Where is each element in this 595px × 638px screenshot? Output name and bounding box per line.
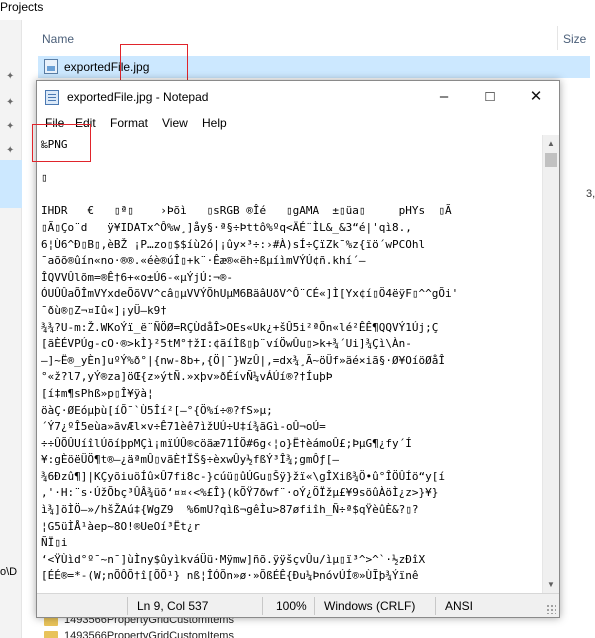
status-divider — [314, 597, 315, 615]
file-size-partial: 3, — [586, 188, 595, 200]
pin-icon[interactable]: ✦ — [6, 72, 16, 82]
image-file-icon — [44, 59, 58, 74]
scroll-up-icon[interactable]: ▲ — [543, 135, 559, 152]
nav-selection-highlight — [0, 160, 22, 208]
title-bar[interactable]: exportedFile.jpg - Notepad – □ ✕ — [37, 81, 559, 113]
status-divider — [262, 597, 263, 615]
cursor-position: Ln 9, Col 537 — [137, 599, 209, 613]
maximize-button[interactable]: □ — [467, 81, 513, 113]
notepad-icon — [45, 90, 59, 105]
menu-bar: File Edit Format View Help — [37, 113, 559, 135]
resize-grip-icon[interactable] — [546, 604, 556, 614]
pin-icon[interactable]: ✦ — [6, 98, 16, 108]
list-item[interactable]: 1493566PropertyGridCustomItems — [38, 628, 590, 638]
vertical-scrollbar[interactable]: ▲ ▼ — [542, 135, 559, 593]
window-title: exportedFile.jpg - Notepad — [67, 90, 209, 104]
pin-icon[interactable]: ✦ — [6, 122, 16, 132]
encoding: ANSI — [445, 599, 474, 613]
path-partial: o\D — [0, 566, 18, 578]
list-item-label: 1493566PropertyGridCustomItems — [64, 630, 234, 638]
column-header-name[interactable]: Name — [42, 32, 74, 46]
scroll-down-icon[interactable]: ▼ — [543, 576, 559, 593]
menu-help[interactable]: Help — [202, 116, 227, 130]
file-content: ‰PNG ▯ IHDR € ▯ª▯ ›Þõì ▯sRGB ®Î­é ▯gAMA … — [41, 138, 459, 583]
folder-icon — [44, 631, 58, 638]
notepad-window: exportedFile.jpg - Notepad – □ ✕ File Ed… — [36, 80, 560, 618]
status-divider — [127, 597, 128, 615]
highlight-box-png-header — [32, 124, 91, 162]
status-divider — [435, 597, 436, 615]
zoom-level: 100% — [276, 599, 307, 613]
line-endings: Windows (CRLF) — [324, 599, 416, 613]
minimize-button[interactable]: – — [421, 81, 467, 113]
column-header-size[interactable]: Size — [563, 32, 586, 46]
column-divider[interactable] — [557, 26, 558, 50]
menu-view[interactable]: View — [162, 116, 188, 130]
pin-icon[interactable]: ✦ — [6, 146, 16, 156]
text-editor[interactable]: ‰PNG ▯ IHDR € ▯ª▯ ›Þõì ▯sRGB ®Î­é ▯gAMA … — [37, 135, 542, 593]
navigation-pane: ✦ ✦ ✦ ✦ — [0, 20, 22, 638]
close-button[interactable]: ✕ — [513, 81, 559, 113]
menu-format[interactable]: Format — [110, 116, 148, 130]
scroll-thumb[interactable] — [545, 153, 557, 167]
status-bar: Ln 9, Col 537 100% Windows (CRLF) ANSI — [37, 593, 559, 617]
breadcrumb[interactable]: Projects — [0, 0, 43, 14]
